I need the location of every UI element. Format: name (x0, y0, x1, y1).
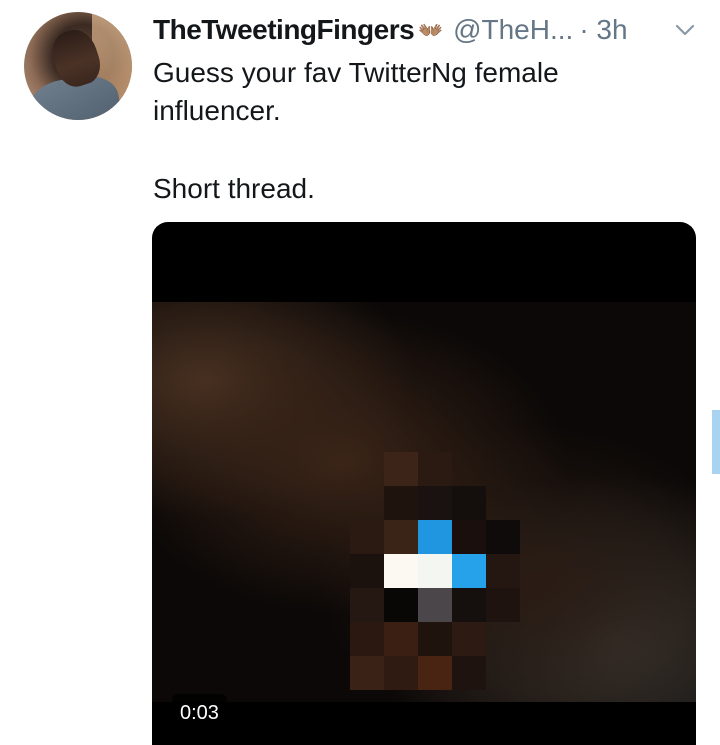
tweet-text: Guess your fav TwitterNg female influenc… (153, 54, 693, 204)
raised-hands-emoji: 👐🏽 (418, 19, 444, 42)
user-handle[interactable]: @TheH... (453, 14, 573, 46)
tweet-text-line: influencer. (153, 95, 281, 126)
tweet-text-line: Guess your fav TwitterNg female (153, 57, 559, 88)
tweet[interactable]: TheTweetingFingers 👐🏽 @TheH... · 3h Gues… (0, 0, 720, 745)
video-player[interactable]: 0:03 (152, 222, 696, 745)
tweet-header: TheTweetingFingers 👐🏽 @TheH... · 3h (153, 12, 713, 48)
tweet-timestamp[interactable]: · 3h (579, 14, 627, 46)
display-name[interactable]: TheTweetingFingers (153, 14, 415, 46)
pixelated-area (350, 452, 520, 704)
video-frame (152, 302, 696, 702)
tweet-text-line: Short thread. (153, 173, 315, 204)
avatar[interactable] (24, 12, 132, 120)
video-duration-badge: 0:03 (172, 694, 227, 732)
scroll-indicator[interactable] (712, 410, 720, 474)
chevron-down-icon[interactable] (673, 18, 697, 42)
